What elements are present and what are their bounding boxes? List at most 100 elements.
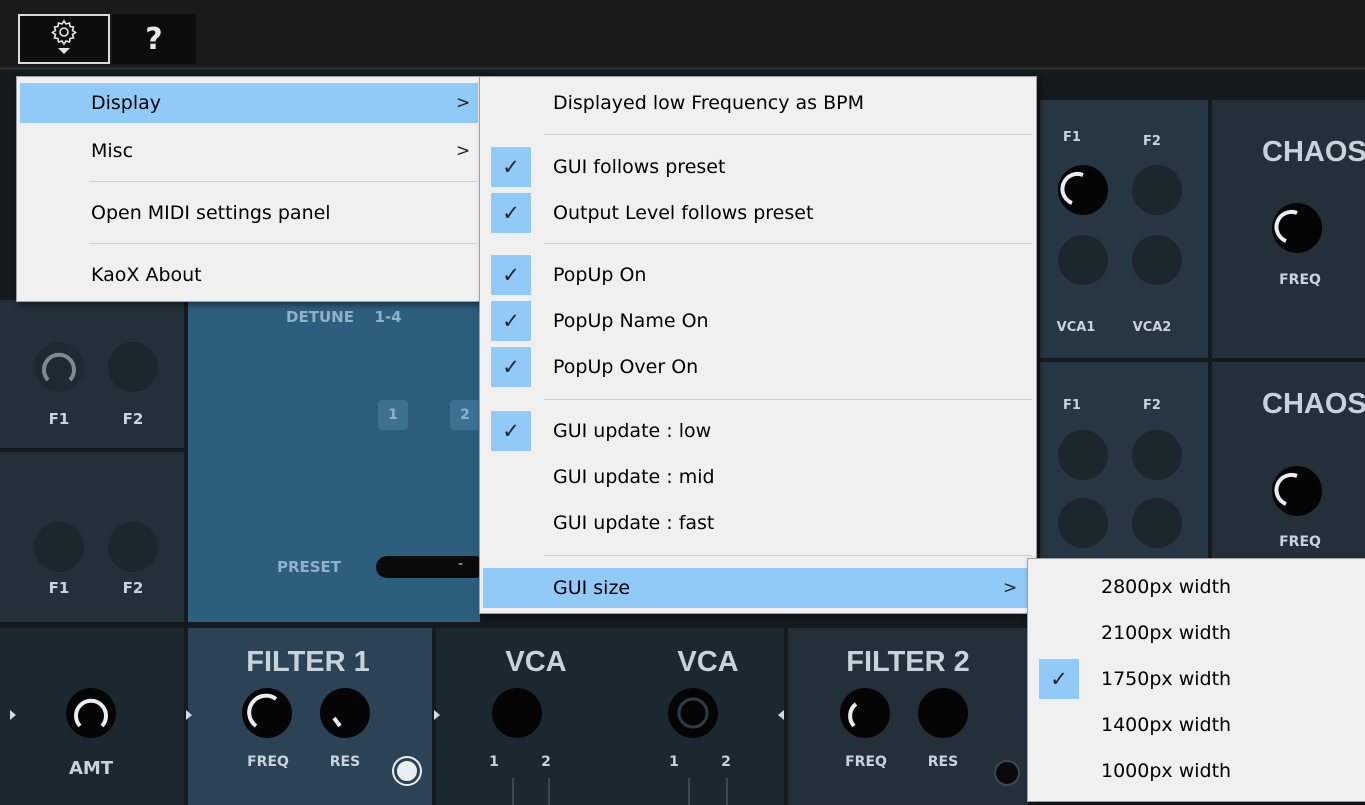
menu-item-display[interactable]: Display > [20, 83, 478, 123]
menu-item-popup-name-on[interactable]: ✓ PopUp Name On [483, 301, 1033, 341]
menu-separator [544, 134, 1032, 135]
f2-knob[interactable] [108, 522, 158, 572]
menu-item-label: 1750px width [1101, 668, 1232, 690]
chevron-right-icon: > [1003, 578, 1018, 598]
f1-label: F1 [1063, 398, 1081, 413]
vca2-knob[interactable] [1132, 235, 1182, 285]
menu-item-gui-update-mid[interactable]: GUI update : mid [483, 457, 1033, 497]
detune-value: 1-4 [374, 308, 402, 326]
menu-item-size-1000[interactable]: 1000px width [1031, 751, 1365, 791]
vca-a-title: VCA [505, 646, 567, 678]
menu-item-gui-follows-preset[interactable]: ✓ GUI follows preset [483, 147, 1033, 187]
settings-button[interactable] [18, 14, 110, 64]
f1-knob[interactable] [1058, 430, 1108, 480]
menu-item-midi-settings[interactable]: Open MIDI settings panel [20, 193, 478, 233]
filter1-title: FILTER 1 [246, 646, 370, 678]
filter2-res-knob[interactable] [918, 688, 968, 738]
menu-item-popup-over-on[interactable]: ✓ PopUp Over On [483, 347, 1033, 387]
filter2-panel: FILTER 2 FREQ RES [778, 628, 1028, 805]
menu-item-label: GUI follows preset [553, 156, 726, 178]
vca2-knob[interactable] [1132, 498, 1182, 548]
filter1-freq-knob[interactable] [242, 688, 292, 738]
menu-item-label: Display [91, 92, 162, 114]
menu-item-size-2100[interactable]: 2100px width [1031, 613, 1365, 653]
vca-a-knob[interactable] [492, 688, 542, 738]
chaos-freq-label: FREQ [1279, 534, 1321, 550]
step-button-2[interactable]: 2 [450, 400, 480, 430]
gui-size-submenu: 2800px width 2100px width ✓ 1750px width… [1027, 558, 1365, 802]
vca1-knob[interactable] [1058, 498, 1108, 548]
connector-line [726, 778, 728, 805]
amt-knob[interactable] [66, 688, 116, 738]
menu-item-size-2800[interactable]: 2800px width [1031, 567, 1365, 607]
f2-knob[interactable] [1132, 430, 1182, 480]
menu-item-gui-size[interactable]: GUI size > [483, 568, 1033, 608]
settings-menu: Display > Misc > Open MIDI settings pane… [16, 76, 482, 302]
menu-item-label: 1400px width [1101, 714, 1232, 736]
menu-item-size-1750[interactable]: ✓ 1750px width [1031, 659, 1365, 699]
f1-label: F1 [48, 579, 70, 597]
menu-item-misc[interactable]: Misc > [20, 131, 478, 171]
connector-line [548, 778, 550, 805]
menu-item-label: GUI update : fast [553, 512, 715, 534]
menu-item-popup-on[interactable]: ✓ PopUp On [483, 255, 1033, 295]
menu-item-size-1400[interactable]: 1400px width [1031, 705, 1365, 745]
step-button-1[interactable]: 1 [378, 400, 408, 430]
modulator-panel-2: F1 F2 [0, 452, 184, 622]
checkmark-icon: ✓ [491, 193, 531, 233]
menu-item-low-freq-bpm[interactable]: Displayed low Frequency as BPM [483, 83, 1033, 123]
checkmark-icon: ✓ [1039, 659, 1079, 699]
display-submenu: Displayed low Frequency as BPM ✓ GUI fol… [479, 76, 1037, 614]
menu-item-label: Displayed low Frequency as BPM [553, 92, 864, 114]
menu-item-label: Open MIDI settings panel [91, 202, 331, 224]
filter1-res-knob[interactable] [320, 688, 370, 738]
f1-label: F1 [48, 410, 70, 428]
menu-item-label: PopUp Name On [553, 310, 709, 332]
vca-b-knob[interactable] [668, 688, 718, 738]
menu-item-label: 2100px width [1101, 622, 1232, 644]
filter1-res-label: RES [329, 754, 361, 770]
preset-label: PRESET [276, 558, 342, 576]
help-button[interactable]: ? [112, 14, 196, 64]
input-arrow [186, 710, 192, 720]
filter1-power-toggle[interactable] [394, 758, 420, 784]
menu-item-gui-update-fast[interactable]: GUI update : fast [483, 503, 1033, 543]
filter2-power-toggle[interactable] [994, 760, 1020, 786]
menu-item-label: Output Level follows preset [553, 202, 814, 224]
vca1-knob[interactable] [1058, 235, 1108, 285]
chevron-right-icon: > [456, 141, 471, 161]
preset-selector[interactable]: - [376, 556, 486, 578]
vca-a-in2: 2 [541, 754, 551, 770]
vca2-label: VCA2 [1132, 320, 1172, 335]
f1-knob[interactable] [34, 522, 84, 572]
chaos-freq-knob[interactable] [1272, 466, 1322, 516]
menu-item-label: Misc [91, 140, 134, 162]
checkmark-icon: ✓ [491, 347, 531, 387]
modulator-panel-1: F1 F2 [0, 300, 184, 448]
f1-knob[interactable] [1058, 165, 1108, 215]
menu-item-output-level-follows-preset[interactable]: ✓ Output Level follows preset [483, 193, 1033, 233]
f1-knob[interactable] [34, 342, 84, 392]
f2-label: F2 [1143, 398, 1161, 413]
filter2-freq-label: FREQ [845, 754, 887, 770]
menu-item-about[interactable]: KaoX About [20, 255, 478, 295]
gear-icon [47, 17, 81, 61]
f2-knob[interactable] [1132, 165, 1182, 215]
input-arrow [10, 710, 16, 720]
checkmark-icon: ✓ [491, 255, 531, 295]
input-arrow [434, 710, 440, 720]
connector-line [512, 778, 514, 805]
menu-item-label: PopUp Over On [553, 356, 699, 378]
f2-label: F2 [122, 410, 144, 428]
menu-item-gui-update-low[interactable]: ✓ GUI update : low [483, 411, 1033, 451]
input-arrow [778, 710, 784, 720]
chaos-freq-knob[interactable] [1272, 203, 1322, 253]
chaos-panel-1: CHAOS FREQ [1212, 100, 1365, 358]
chaos-title: CHAOS [1262, 388, 1365, 420]
menu-item-label: 1000px width [1101, 760, 1232, 782]
menu-item-label: GUI update : mid [553, 466, 715, 488]
f2-knob[interactable] [108, 342, 158, 392]
filter2-freq-knob[interactable] [840, 688, 890, 738]
vca1-label: VCA1 [1056, 320, 1096, 335]
connector-line [688, 778, 690, 805]
